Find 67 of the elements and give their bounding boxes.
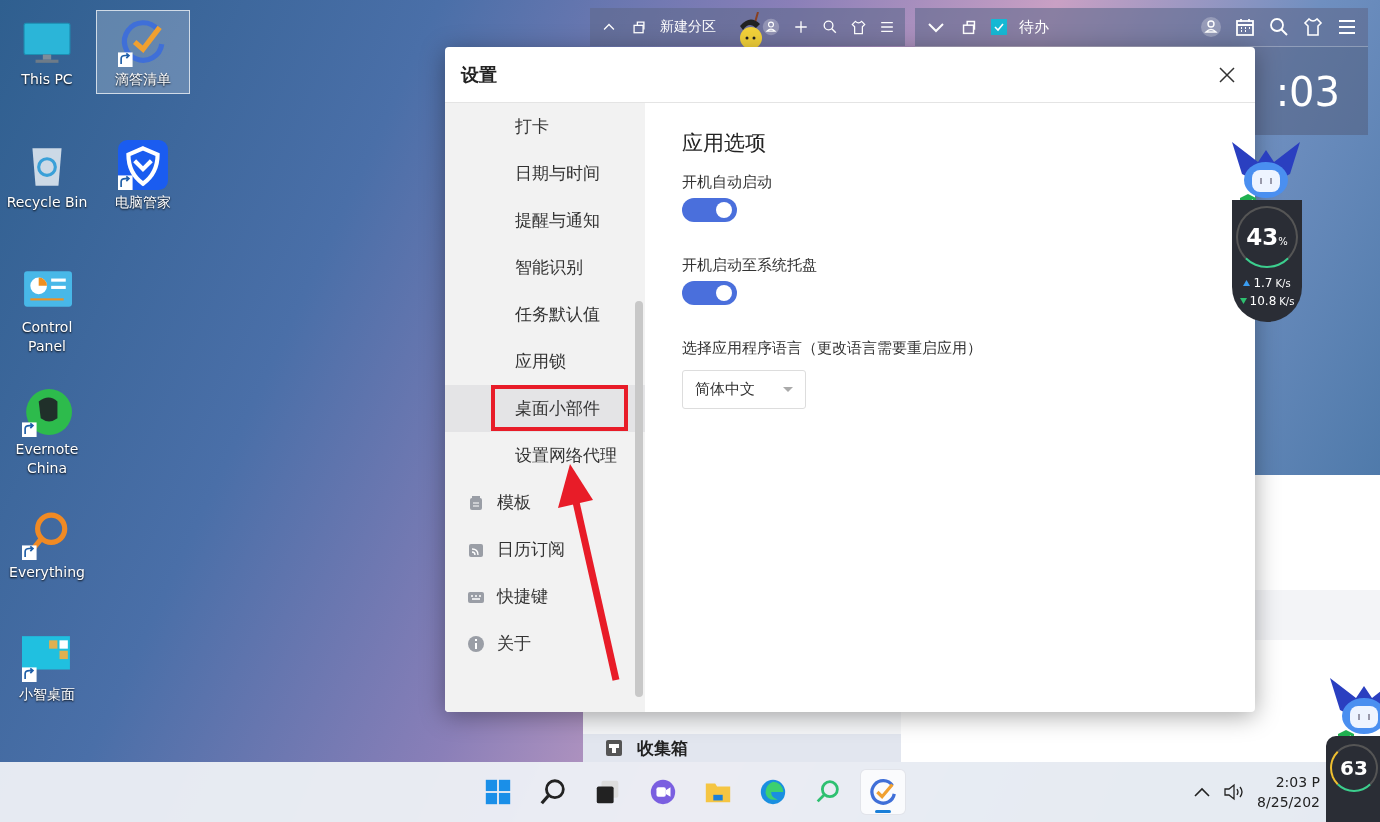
dialog-title: 设置 bbox=[461, 62, 497, 87]
check-circle-icon bbox=[867, 777, 898, 807]
desktop-shortcut[interactable]: Recycle Bin bbox=[0, 133, 94, 217]
info-icon bbox=[467, 634, 485, 653]
option-label: 选择应用程序语言（更改语言需要重启应用） bbox=[682, 339, 982, 358]
desktop-shortcut[interactable]: Evernote China bbox=[0, 380, 94, 483]
speed-unit: K/s bbox=[1275, 277, 1291, 289]
sidebar-item[interactable]: 提醒与通知 bbox=[445, 197, 645, 244]
toggle-switch[interactable] bbox=[682, 198, 737, 222]
desktop-shortcut[interactable]: This PC bbox=[0, 10, 94, 94]
app-icon bbox=[22, 387, 72, 437]
sidebar-item[interactable]: 打卡 bbox=[445, 103, 645, 150]
widget-title: 新建分区 bbox=[660, 18, 716, 36]
speaker-icon[interactable] bbox=[1223, 783, 1246, 801]
upload-speed: 1.7 bbox=[1253, 276, 1273, 290]
widget-title: 待办 bbox=[1019, 17, 1049, 37]
desktop-shortcut[interactable]: 小智桌面 bbox=[0, 625, 94, 709]
download-arrow-icon bbox=[1239, 298, 1247, 304]
upload-arrow-icon bbox=[1243, 280, 1251, 286]
checkbox[interactable] bbox=[991, 19, 1007, 35]
shirt-icon[interactable] bbox=[850, 18, 867, 36]
menu-icon[interactable] bbox=[879, 19, 895, 35]
search-icon[interactable] bbox=[1268, 16, 1290, 38]
clock-time[interactable]: 2:03 P bbox=[1275, 772, 1320, 792]
sidebar-item[interactable]: 任务默认值 bbox=[445, 291, 645, 338]
sidebar-item[interactable]: 智能识别 bbox=[445, 244, 645, 291]
close-button[interactable] bbox=[1217, 64, 1237, 85]
clock-date[interactable]: 8/25/202 bbox=[1257, 792, 1320, 812]
sidebar-item[interactable]: 日期与时间 bbox=[445, 150, 645, 197]
download-speed: 10.8 bbox=[1249, 294, 1277, 308]
option-label: 开机自动启动 bbox=[682, 173, 772, 192]
app-icon bbox=[118, 140, 168, 190]
sidebar-item[interactable]: 快捷键 bbox=[445, 573, 645, 620]
sidebar-item[interactable]: 应用锁 bbox=[445, 338, 645, 385]
monitor-widget[interactable]: 63 bbox=[1326, 736, 1380, 822]
tray-icon bbox=[605, 739, 623, 757]
option-label: 开机启动至系统托盘 bbox=[682, 256, 817, 275]
percent-unit: % bbox=[1278, 235, 1288, 247]
window-icon[interactable] bbox=[630, 18, 648, 36]
desktop-shortcut[interactable]: 电脑管家 bbox=[96, 133, 190, 217]
section-heading: 应用选项 bbox=[682, 130, 766, 157]
calendar-icon[interactable] bbox=[1234, 16, 1256, 38]
toggle-switch[interactable] bbox=[682, 281, 737, 305]
scrollbar[interactable] bbox=[635, 301, 643, 697]
user-icon[interactable] bbox=[762, 18, 780, 36]
user-icon[interactable] bbox=[1200, 16, 1222, 38]
desktop-shortcut[interactable]: Control Panel bbox=[0, 258, 94, 361]
desktop-shortcut[interactable]: Everything bbox=[0, 503, 94, 587]
chevron-up-icon[interactable] bbox=[1193, 786, 1212, 798]
sidebar-item[interactable]: 模板 bbox=[445, 479, 645, 526]
caret-icon bbox=[783, 386, 793, 393]
usage-percent: 63 bbox=[1340, 756, 1368, 780]
sidebar-item[interactable]: 设置网络代理 bbox=[445, 432, 645, 479]
search-icon[interactable] bbox=[822, 19, 838, 35]
monitor-widget[interactable]: 43% 1.7 K/s 10.8 K/s bbox=[1232, 200, 1302, 322]
shirt-icon[interactable] bbox=[1302, 16, 1324, 38]
sidebar-item[interactable]: 关于 bbox=[445, 620, 645, 667]
desktop-shortcut[interactable]: 滴答清单 bbox=[96, 10, 190, 94]
inbox-list-item[interactable]: 收集箱 bbox=[583, 734, 901, 762]
sidebar-item[interactable]: 日历订阅 bbox=[445, 526, 645, 573]
usage-percent: 43 bbox=[1246, 224, 1279, 250]
speed-unit: K/s bbox=[1279, 295, 1295, 307]
close-icon bbox=[1219, 66, 1235, 83]
clipboard-icon bbox=[467, 493, 485, 512]
add-icon[interactable] bbox=[792, 18, 810, 36]
language-select[interactable]: 简体中文 bbox=[682, 370, 806, 409]
clock-digits: :03 bbox=[1275, 69, 1340, 115]
